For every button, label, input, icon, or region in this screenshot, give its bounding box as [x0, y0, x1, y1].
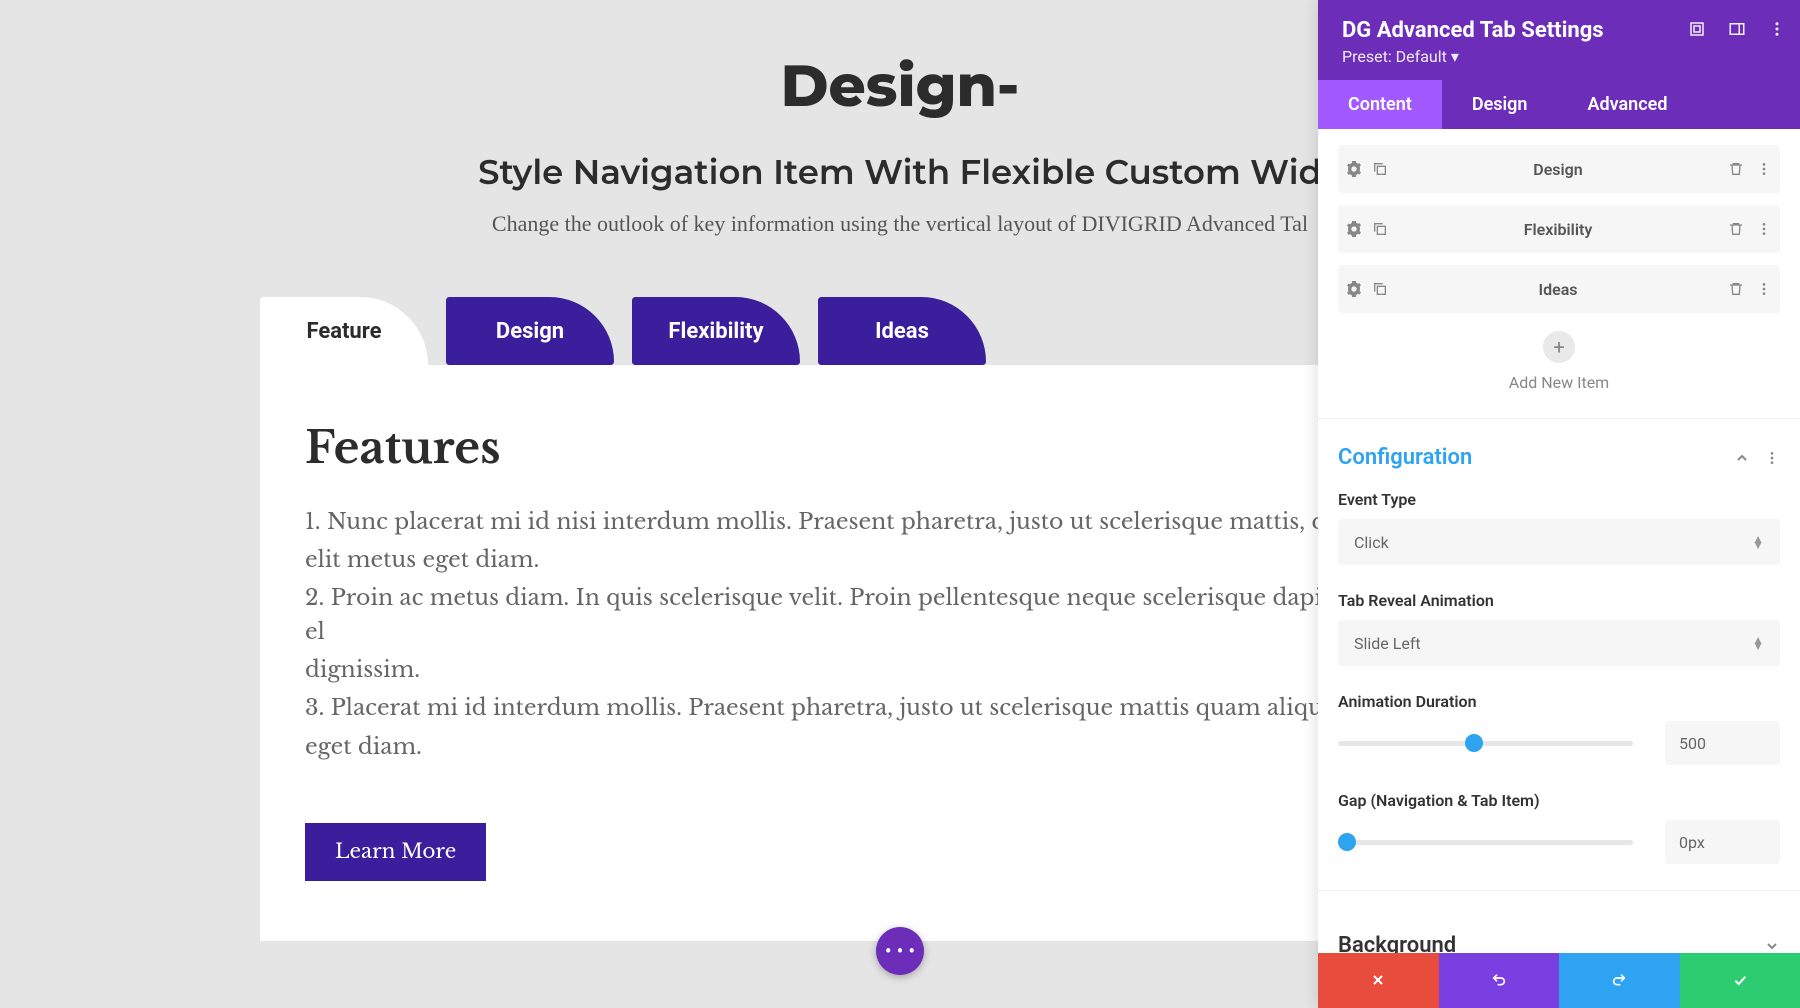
expand-icon[interactable] [1688, 20, 1706, 38]
panel-footer [1318, 953, 1800, 1008]
kebab-icon[interactable] [1756, 161, 1772, 177]
event-type-value: Click [1354, 533, 1389, 552]
slider-thumb[interactable] [1465, 734, 1483, 752]
item-label: Ideas [1388, 280, 1728, 299]
select-caret-icon: ▲▼ [1752, 536, 1764, 548]
chevron-up-icon[interactable] [1734, 450, 1750, 466]
check-icon [1732, 969, 1748, 993]
learn-more-button[interactable]: Learn More [305, 823, 486, 881]
kebab-icon[interactable] [1768, 20, 1786, 38]
kebab-icon[interactable] [1764, 450, 1780, 466]
cancel-button[interactable] [1318, 953, 1439, 1008]
item-row-design[interactable]: Design [1338, 145, 1780, 193]
gear-icon[interactable] [1346, 281, 1362, 297]
slider-thumb[interactable] [1338, 833, 1356, 851]
gear-icon[interactable] [1346, 161, 1362, 177]
select-caret-icon: ▲▼ [1752, 637, 1764, 649]
tab-advanced-panel[interactable]: Advanced [1557, 80, 1697, 129]
gap-label: Gap (Navigation & Tab Item) [1338, 791, 1780, 810]
item-label: Flexibility [1388, 220, 1728, 239]
content-p3: 3. Placerat mi id interdum mollis. Praes… [305, 691, 1495, 725]
gap-slider[interactable] [1338, 840, 1633, 845]
configuration-section-header[interactable]: Configuration [1338, 419, 1780, 490]
animation-duration-label: Animation Duration [1338, 692, 1780, 711]
chevron-down-icon[interactable] [1764, 938, 1780, 954]
content-p3b: eget diam. [305, 730, 1495, 764]
duplicate-icon[interactable] [1372, 161, 1388, 177]
background-section-header[interactable]: Background [1338, 891, 1780, 953]
close-icon [1370, 969, 1386, 993]
tab-ideas[interactable]: Ideas [818, 297, 986, 365]
undo-icon [1491, 969, 1507, 993]
tab-design[interactable]: Design [446, 297, 614, 365]
kebab-icon[interactable] [1756, 221, 1772, 237]
fab-more-button[interactable]: • • • [876, 927, 924, 975]
reveal-animation-value: Slide Left [1354, 634, 1421, 653]
content-heading: Features [305, 420, 1495, 475]
event-type-label: Event Type [1338, 490, 1780, 509]
trash-icon[interactable] [1728, 221, 1744, 237]
item-row-ideas[interactable]: Ideas [1338, 265, 1780, 313]
add-item-button[interactable]: + [1543, 331, 1575, 363]
redo-button[interactable] [1559, 953, 1680, 1008]
save-button[interactable] [1680, 953, 1800, 1008]
item-row-flexibility[interactable]: Flexibility [1338, 205, 1780, 253]
content-p2: 2. Proin ac metus diam. In quis sceleris… [305, 581, 1495, 649]
gear-icon[interactable] [1346, 221, 1362, 237]
duration-slider[interactable] [1338, 741, 1633, 746]
content-p1: 1. Nunc placerat mi id nisi interdum mol… [305, 505, 1495, 539]
reveal-animation-label: Tab Reveal Animation [1338, 591, 1780, 610]
duplicate-icon[interactable] [1372, 221, 1388, 237]
gap-value-input[interactable]: 0px [1665, 820, 1780, 864]
kebab-icon[interactable] [1756, 281, 1772, 297]
duplicate-icon[interactable] [1372, 281, 1388, 297]
content-p2b: dignissim. [305, 653, 1495, 687]
dots-icon: • • • [885, 939, 915, 963]
add-item-label: Add New Item [1338, 373, 1780, 392]
panel-body[interactable]: Design Flexibility Ideas [1318, 129, 1800, 953]
trash-icon[interactable] [1728, 161, 1744, 177]
redo-icon [1611, 969, 1627, 993]
content-p1b: elit metus eget diam. [305, 543, 1495, 577]
duration-value-input[interactable]: 500 [1665, 721, 1780, 765]
tab-design-panel[interactable]: Design [1442, 80, 1558, 129]
item-label: Design [1388, 160, 1728, 179]
panel-tabs: Content Design Advanced [1318, 80, 1800, 129]
panel-header: DG Advanced Tab Settings Preset: Default… [1318, 0, 1800, 80]
reveal-animation-select[interactable]: Slide Left ▲▼ [1338, 620, 1780, 666]
preset-dropdown[interactable]: Preset: Default ▾ [1342, 47, 1776, 66]
background-title: Background [1338, 933, 1456, 953]
settings-panel: DG Advanced Tab Settings Preset: Default… [1318, 0, 1800, 1008]
event-type-select[interactable]: Click ▲▼ [1338, 519, 1780, 565]
dock-icon[interactable] [1728, 20, 1746, 38]
tab-flexibility[interactable]: Flexibility [632, 297, 800, 365]
configuration-title: Configuration [1338, 445, 1472, 470]
trash-icon[interactable] [1728, 281, 1744, 297]
tab-content-panel[interactable]: Content [1318, 80, 1442, 129]
undo-button[interactable] [1439, 953, 1560, 1008]
tab-feature[interactable]: Feature [260, 297, 428, 365]
